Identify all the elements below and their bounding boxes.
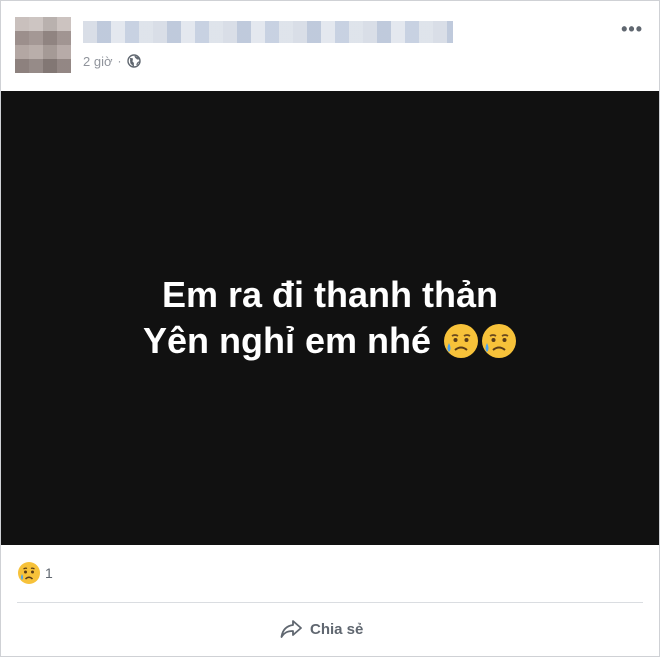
globe-icon[interactable] [126, 54, 141, 68]
share-button[interactable]: Chia sẻ [280, 615, 363, 643]
sad-relieved-face-emoji [481, 323, 517, 359]
media-text-line-2: Yên nghỉ em nhé [143, 318, 517, 364]
share-arrow-icon [280, 619, 302, 639]
emoji-pair [443, 323, 517, 359]
media-line-1-text: Em ra đi thanh thản [161, 274, 499, 315]
share-label: Chia sẻ [310, 620, 364, 638]
media-line-2-text: Yên nghỉ em nhé [142, 320, 432, 361]
more-options-button[interactable]: ••• [621, 19, 643, 40]
actions-divider [17, 602, 643, 603]
media-text-line-1: Em ra đi thanh thản [162, 272, 498, 318]
author-name-blurred[interactable] [83, 21, 453, 43]
reactions-summary[interactable]: 1 [17, 562, 53, 584]
post-meta: 2 giờ · [83, 52, 141, 70]
post-card: 2 giờ · ••• Em ra đi thanh thản Yên nghỉ… [0, 0, 660, 657]
meta-separator: · [117, 54, 122, 68]
author-avatar[interactable] [15, 17, 71, 73]
sad-reaction-icon[interactable] [17, 561, 41, 585]
reaction-count[interactable]: 1 [45, 565, 53, 581]
post-timestamp[interactable]: 2 giờ [83, 54, 113, 69]
post-media[interactable]: Em ra đi thanh thản Yên nghỉ em nhé [1, 91, 659, 545]
post-header: 2 giờ · ••• [1, 1, 659, 91]
sad-relieved-face-emoji [443, 323, 479, 359]
